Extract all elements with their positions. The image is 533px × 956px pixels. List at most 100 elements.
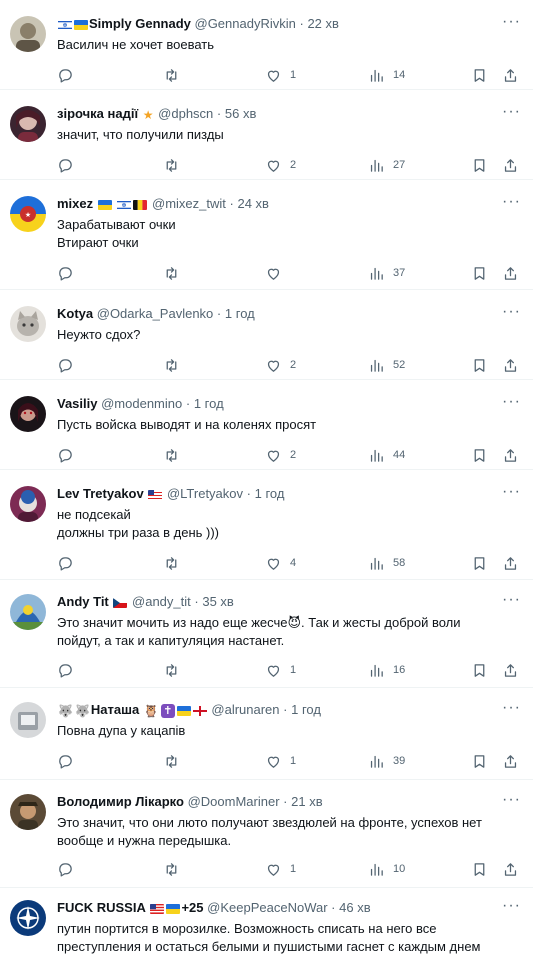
share-button[interactable] — [502, 65, 519, 85]
more-icon[interactable]: ··· — [502, 394, 521, 410]
more-icon[interactable]: ··· — [502, 484, 521, 500]
more-icon[interactable]: ··· — [502, 898, 521, 914]
share-button[interactable] — [502, 751, 519, 771]
post-2[interactable]: зірочка надії ★ @dphscn · 56 хв ··· знач… — [0, 90, 533, 180]
views-button[interactable]: 52 — [368, 355, 405, 375]
post-time[interactable]: 22 хв — [307, 16, 338, 31]
more-icon[interactable]: ··· — [502, 194, 521, 210]
avatar[interactable] — [10, 396, 46, 432]
avatar[interactable] — [10, 486, 46, 522]
like-button[interactable]: 1 — [265, 65, 296, 85]
author-handle[interactable]: @andy_tit — [132, 594, 191, 609]
author-name[interactable]: Наташа — [91, 702, 139, 717]
avatar[interactable] — [10, 594, 46, 630]
reply-button[interactable] — [57, 155, 74, 175]
views-button[interactable]: 37 — [368, 263, 405, 283]
post-time[interactable]: 1 год — [194, 396, 224, 411]
avatar[interactable] — [10, 900, 46, 936]
more-icon[interactable]: ··· — [502, 14, 521, 30]
bookmark-button[interactable] — [471, 553, 488, 573]
more-icon[interactable]: ··· — [502, 792, 521, 808]
author-name[interactable]: зірочка надії — [57, 106, 138, 121]
reply-button[interactable] — [57, 263, 74, 283]
share-button[interactable] — [502, 263, 519, 283]
post-time[interactable]: 46 хв — [339, 900, 370, 915]
post-5[interactable]: Vasiliy @modenmino · 1 год ··· Пусть вой… — [0, 380, 533, 470]
retweet-button[interactable] — [163, 65, 180, 85]
share-button[interactable] — [502, 155, 519, 175]
author-name[interactable]: FUCK RUSSIA — [57, 900, 146, 915]
like-button[interactable]: 2 — [265, 155, 296, 175]
reply-button[interactable] — [57, 859, 74, 879]
avatar[interactable] — [10, 702, 46, 738]
bookmark-button[interactable] — [471, 155, 488, 175]
post-6[interactable]: Lev Tretyakov @LTretyakov · 1 год ··· не… — [0, 470, 533, 580]
author-name[interactable]: Andy Tit — [57, 594, 109, 609]
avatar[interactable] — [10, 794, 46, 830]
share-button[interactable] — [502, 859, 519, 879]
retweet-button[interactable] — [163, 355, 180, 375]
retweet-button[interactable] — [163, 445, 180, 465]
share-button[interactable] — [502, 553, 519, 573]
retweet-button[interactable] — [163, 660, 180, 680]
share-button[interactable] — [502, 355, 519, 375]
views-button[interactable]: 14 — [368, 65, 405, 85]
retweet-button[interactable] — [163, 751, 180, 771]
reply-button[interactable] — [57, 660, 74, 680]
author-handle[interactable]: @KeepPeaceNoWar — [207, 900, 327, 915]
post-time[interactable]: 1 год — [291, 702, 321, 717]
reply-button[interactable] — [57, 355, 74, 375]
views-button[interactable]: 16 — [368, 660, 405, 680]
post-8[interactable]: 🐺 🐺Наташа 🦉 ✝ @alrunaren · 1 год ··· Повна… — [0, 688, 533, 780]
reply-button[interactable] — [57, 553, 74, 573]
retweet-button[interactable] — [163, 263, 180, 283]
more-icon[interactable]: ··· — [502, 700, 521, 716]
author-handle[interactable]: @GennadyRivkin — [195, 16, 296, 31]
views-button[interactable]: 58 — [368, 553, 405, 573]
author-name[interactable]: Lev Tretyakov — [57, 486, 144, 501]
author-handle[interactable]: @Odarka_Pavlenko — [97, 306, 214, 321]
like-button[interactable]: 1 — [265, 859, 296, 879]
post-time[interactable]: 1 год — [255, 486, 285, 501]
post-time[interactable]: 56 хв — [225, 106, 256, 121]
retweet-button[interactable] — [163, 155, 180, 175]
bookmark-button[interactable] — [471, 660, 488, 680]
like-button[interactable]: 2 — [265, 445, 296, 465]
author-handle[interactable]: @LTretyakov — [167, 486, 243, 501]
avatar[interactable] — [10, 106, 46, 142]
avatar[interactable] — [10, 16, 46, 52]
post-10[interactable]: FUCK RUSSIA +25 @KeepPeaceNoWar · 46 хв … — [0, 888, 533, 954]
post-time[interactable]: 24 хв — [237, 196, 268, 211]
bookmark-button[interactable] — [471, 263, 488, 283]
retweet-button[interactable] — [163, 859, 180, 879]
more-icon[interactable]: ··· — [502, 104, 521, 120]
like-button[interactable]: 2 — [265, 355, 296, 375]
views-button[interactable]: 39 — [368, 751, 405, 771]
share-button[interactable] — [502, 445, 519, 465]
like-button[interactable] — [265, 263, 290, 283]
post-3[interactable]: ★ mixez @mixez_twit · 24 хв ··· Зарабаты… — [0, 180, 533, 290]
post-time[interactable]: 1 год — [225, 306, 255, 321]
author-handle[interactable]: @alrunaren — [211, 702, 279, 717]
author-name[interactable]: Simply Gennady — [89, 16, 191, 31]
post-1[interactable]: Simply Gennady @GennadyRivkin · 22 хв ··… — [0, 0, 533, 90]
reply-button[interactable] — [57, 751, 74, 771]
more-icon[interactable]: ··· — [502, 592, 521, 608]
author-handle[interactable]: @dphscn — [158, 106, 213, 121]
bookmark-button[interactable] — [471, 65, 488, 85]
post-time[interactable]: 21 хв — [291, 794, 322, 809]
views-button[interactable]: 10 — [368, 859, 405, 879]
post-9[interactable]: Володимир Лікарко @DoomMariner · 21 хв ·… — [0, 780, 533, 888]
author-name[interactable]: Kotya — [57, 306, 93, 321]
more-icon[interactable]: ··· — [502, 304, 521, 320]
like-button[interactable]: 1 — [265, 660, 296, 680]
like-button[interactable]: 1 — [265, 751, 296, 771]
author-handle[interactable]: @modenmino — [101, 396, 182, 411]
author-handle[interactable]: @mixez_twit — [152, 196, 226, 211]
bookmark-button[interactable] — [471, 751, 488, 771]
bookmark-button[interactable] — [471, 445, 488, 465]
views-button[interactable]: 27 — [368, 155, 405, 175]
share-button[interactable] — [502, 660, 519, 680]
post-time[interactable]: 35 хв — [202, 594, 233, 609]
author-name[interactable]: Vasiliy — [57, 396, 97, 411]
